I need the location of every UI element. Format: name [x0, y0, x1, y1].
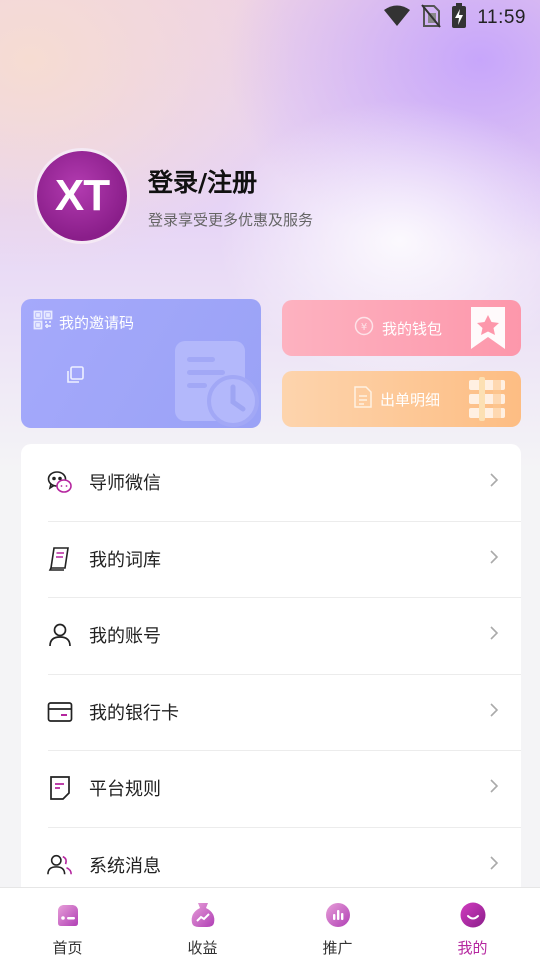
menu-label: 平台规则: [89, 779, 161, 801]
login-register-link[interactable]: 登录/注册: [148, 163, 313, 199]
home-icon: [54, 901, 82, 933]
smile-icon: [459, 901, 487, 933]
tab-label: 收益: [187, 939, 218, 957]
status-bar: 11:59: [0, 0, 540, 36]
menu-label: 我的账号: [89, 626, 161, 648]
chevron-right-icon: [489, 702, 499, 722]
menu-label: 导师微信: [89, 473, 161, 495]
rules-icon: [47, 775, 73, 801]
money-bag-icon: [189, 901, 217, 933]
tab-mine[interactable]: 我的: [405, 888, 540, 960]
tab-promotion[interactable]: 推广: [270, 888, 405, 960]
profile-section[interactable]: XT 登录/注册 登录享受更多优惠及服务: [34, 148, 313, 244]
tab-home[interactable]: 首页: [0, 888, 135, 960]
tab-label: 首页: [52, 939, 83, 957]
bookmark-star-icon: [469, 305, 507, 355]
bank-card-icon: [47, 699, 73, 725]
menu-item-my-vocabulary[interactable]: 我的词库: [21, 520, 521, 598]
tab-earnings[interactable]: 收益: [135, 888, 270, 960]
login-subtitle: 登录享受更多优惠及服务: [148, 210, 314, 229]
tab-label: 我的: [457, 939, 488, 957]
menu-item-mentor-wechat[interactable]: 导师微信: [21, 444, 521, 521]
copy-icon[interactable]: [65, 365, 85, 389]
bill-details-card[interactable]: 出单明细: [282, 371, 521, 427]
document-clock-icon: [171, 337, 261, 428]
menu-item-my-account[interactable]: 我的账号: [21, 597, 521, 674]
menu-list: 导师微信 我的词库 我的账号 我的银行卡 平台规则 系统消息: [21, 444, 521, 904]
menu-label: 我的银行卡: [89, 702, 179, 724]
menu-item-bank-card[interactable]: 我的银行卡: [21, 673, 521, 751]
menu-item-platform-rules[interactable]: 平台规则: [21, 750, 521, 827]
yen-coin-icon: ¥: [354, 316, 374, 340]
battery-charging-icon: [451, 3, 467, 33]
user-icon: [47, 622, 73, 648]
chevron-right-icon: [489, 625, 499, 645]
wallet-card[interactable]: ¥ 我的钱包: [282, 300, 521, 356]
wallet-label: 我的钱包: [382, 319, 443, 338]
chevron-right-icon: [489, 472, 499, 492]
bill-details-label: 出单明细: [380, 390, 441, 409]
tab-label: 推广: [322, 939, 353, 957]
invite-code-label: 我的邀请码: [59, 313, 135, 332]
qr-code-icon: [33, 310, 53, 334]
wifi-icon: [383, 5, 411, 31]
avatar[interactable]: XT: [34, 148, 130, 244]
no-sim-icon: [421, 4, 442, 32]
notebook-icon: [47, 546, 73, 572]
document-icon: [354, 386, 372, 412]
books-icon: [467, 377, 507, 425]
bottom-tab-bar: 首页 收益 推广 我的: [0, 887, 540, 960]
chevron-right-icon: [489, 778, 499, 798]
invite-code-card[interactable]: 我的邀请码: [21, 299, 261, 428]
menu-label: 我的词库: [89, 549, 161, 571]
chart-icon: [324, 901, 352, 933]
menu-label: 系统消息: [89, 855, 161, 877]
chevron-right-icon: [489, 855, 499, 875]
users-message-icon: [47, 852, 73, 878]
chevron-right-icon: [489, 549, 499, 569]
wechat-icon: [47, 469, 73, 495]
status-time: 11:59: [477, 7, 526, 28]
svg-text:¥: ¥: [361, 322, 367, 333]
